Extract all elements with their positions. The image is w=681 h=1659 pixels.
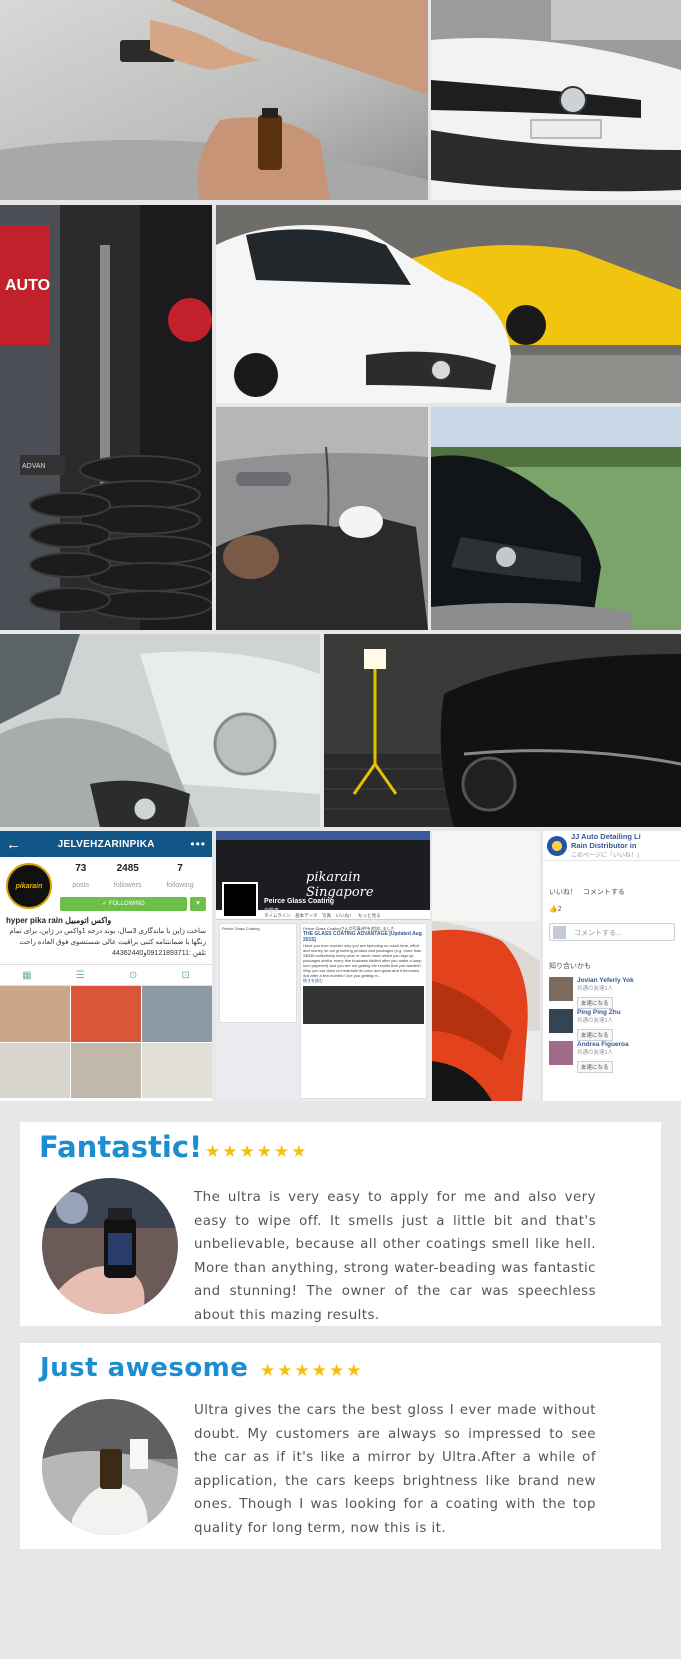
page-name[interactable]: Peirce Glass Coating (264, 898, 334, 905)
like-button[interactable]: いいね！ (549, 889, 577, 896)
group-like-page[interactable]: このページに「いいね！」 (571, 850, 643, 859)
person-name[interactable]: Jovian Yeferly Yok (577, 977, 634, 984)
facebook-top-bar (216, 831, 430, 840)
review-text: Ultra gives the cars the best gloss I ev… (194, 1403, 596, 1536)
following-count[interactable]: 7 following (166, 863, 193, 892)
add-friend-button[interactable]: 友達になる (577, 1061, 613, 1073)
reviewer-photo (42, 1178, 178, 1314)
photo-shop-tires: AUTO ADVAN (0, 205, 212, 630)
add-friend-button[interactable]: 友達になる (577, 997, 613, 1009)
avatar-logo-text: pikarain (15, 882, 43, 890)
sidebar-text: Peirce Glass Coating (222, 926, 260, 931)
profile-view-tabs: ▦ ☰ ⊙ ⊡ (0, 964, 212, 986)
page-logo[interactable] (222, 882, 258, 918)
back-arrow-icon[interactable]: ← (6, 836, 22, 853)
followers-count[interactable]: 2485 followers (114, 863, 142, 892)
person-avatar[interactable] (549, 977, 573, 1001)
review-card: Fantastic! ★★★★★★ The ultra is very easy… (20, 1122, 661, 1326)
see-more-link[interactable]: 続きを読む (303, 978, 424, 983)
bio-phone: تلفن :09121893711و44362440 (112, 950, 206, 957)
person-avatar[interactable] (549, 1009, 573, 1033)
mutual-friends: 共通の友達1人 (577, 1018, 614, 1024)
instagram-username: JELVEHZARINPIKA (57, 838, 155, 850)
following-button[interactable]: ✓ FOLLOWING (60, 897, 187, 911)
photo-orange-lamborghini (432, 831, 540, 1101)
grid-view-icon[interactable]: ▦ (22, 970, 31, 981)
comment-input[interactable]: コメントする... (549, 923, 675, 941)
review-card: Just awesome ★★★★★★ Ultra gives the cars… (20, 1343, 661, 1549)
thumbs-up-icon: 👍 (549, 906, 558, 913)
bio-title: hyper pika rain واکس اتومبیل (6, 916, 112, 925)
facebook-group-screenshot: JJ Auto Detailing Li Rain Distributor in… (543, 831, 681, 1101)
facebook-page-screenshot: pikarain Singapore Peirce Glass Coating … (216, 831, 430, 1101)
photo-mercedes-and-lamborghini (216, 205, 681, 403)
review-title: Fantastic! (39, 1130, 203, 1164)
photo-applying-coating (0, 0, 428, 200)
page-category: 自動車 (264, 908, 280, 914)
mutual-friends: 共通の友達1人 (577, 1050, 614, 1056)
photo-grid (0, 986, 212, 1098)
post-photo[interactable] (303, 986, 424, 1024)
photo-door-coating (216, 407, 428, 630)
product-review-page: AUTO ADVAN ← JELVEHZARINPIKA ••• pikarai… (0, 0, 681, 1659)
group-subtitle: Rain Distributor in (571, 841, 637, 850)
profile-bio: hyper pika rain واکس اتومبیل ساخت ژاپن ب… (0, 913, 212, 961)
star-rating: ★★★★★★ (260, 1361, 364, 1380)
photo-black-mercedes (431, 407, 681, 630)
person-suggestion: Jovian Yeferly Yok 共通の友達1人友達になる (543, 973, 681, 1009)
facebook-cover: pikarain Singapore Peirce Glass Coating … (216, 840, 430, 918)
tagged-icon[interactable]: ⊡ (181, 970, 189, 981)
grid-photo[interactable] (0, 986, 70, 1042)
people-you-may-know: 知り合いかも (549, 963, 591, 970)
review-text: The ultra is very easy to apply for me a… (194, 1190, 596, 1323)
group-logo[interactable] (547, 835, 567, 856)
grid-photo[interactable] (142, 1042, 212, 1098)
photo-lexus-reflection (0, 634, 320, 827)
instagram-profile-screenshot: ← JELVEHZARINPIKA ••• pikarain 73 posts 2… (0, 831, 212, 1101)
comment-button[interactable]: コメントする (583, 889, 625, 896)
instagram-header: ← JELVEHZARINPIKA ••• (0, 831, 212, 857)
reviewer-photo (42, 1399, 178, 1535)
auto-sign-text: AUTO (5, 277, 50, 294)
location-icon[interactable]: ⊙ (129, 970, 137, 981)
review-title: Just awesome (40, 1353, 249, 1383)
bio-text: ساخت ژاپن با ماندگاری 3سال، بوند درجه 1و… (9, 928, 206, 946)
person-name[interactable]: Andrea Figueroa (577, 1041, 629, 1048)
mutual-friends: 共通の友達1人 (577, 986, 614, 992)
chevron-down-icon[interactable]: ▾ (190, 897, 206, 911)
person-suggestion: Ping Ping Zhu 共通の友達1人友達になる (543, 1005, 681, 1041)
person-avatar[interactable] (549, 1041, 573, 1065)
profile-avatar[interactable]: pikarain (6, 863, 52, 909)
person-suggestion: Andrea Figueroa 共通の友達1人友達になる (543, 1037, 681, 1073)
photo-night-workstation (324, 634, 681, 827)
posts-count: 73 posts (72, 863, 90, 889)
cover-brand-text: pikarain Singapore (306, 870, 374, 900)
grid-photo[interactable] (0, 1042, 70, 1098)
post-body: Have you ever wonder why you are spendin… (303, 943, 422, 978)
group-name[interactable]: JJ Auto Detailing Li (571, 832, 643, 841)
post-title: THE GLASS COATING ADVANTAGE [Updated Aug… (303, 931, 422, 943)
timeline-post: Peirce Glass Coatingさんが写真8件を追加しました THE G… (300, 923, 427, 1099)
list-view-icon[interactable]: ☰ (76, 970, 85, 981)
like-count: 👍2 (549, 906, 562, 913)
more-options-icon[interactable]: ••• (190, 837, 206, 851)
grid-photo[interactable] (71, 1042, 141, 1098)
grid-photo[interactable] (142, 986, 212, 1042)
shop-sign-text: ADVAN (22, 463, 46, 470)
left-sidebar: Peirce Glass Coating (219, 923, 297, 1023)
post-actions: いいね！ コメントする (543, 861, 681, 901)
person-name[interactable]: Ping Ping Zhu (577, 1009, 621, 1016)
add-friend-button[interactable]: 友達になる (577, 1029, 613, 1041)
photo-white-vw-front (431, 0, 681, 200)
star-rating: ★★★★★★ (205, 1142, 309, 1161)
grid-photo[interactable] (71, 986, 141, 1042)
